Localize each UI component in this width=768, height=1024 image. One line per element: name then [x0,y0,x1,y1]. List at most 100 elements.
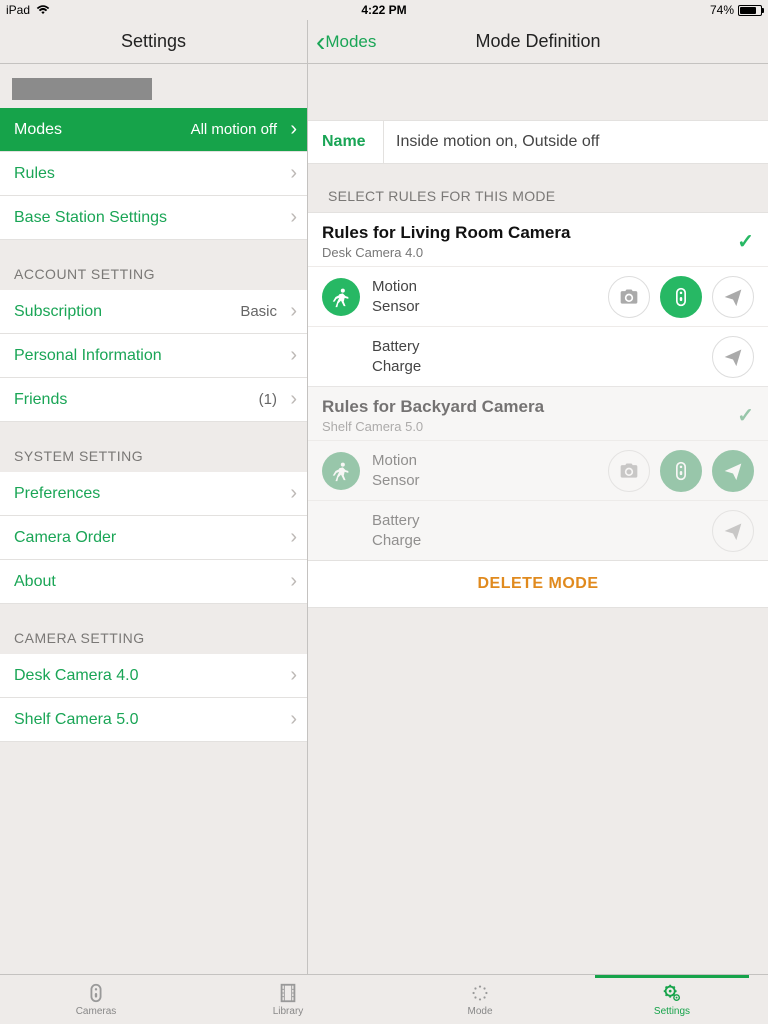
section-header: ACCOUNT SETTING [0,240,307,290]
check-icon: ✓ [737,229,754,254]
tab-library[interactable]: Library [192,975,384,1024]
sidebar-item-label: Shelf Camera 5.0 [14,711,139,729]
chevron-right-icon: › [290,162,297,185]
rule-line-label: BatteryCharge [372,511,421,550]
chevron-right-icon: › [290,206,297,229]
tab-label: Cameras [76,1006,117,1017]
sidebar-item-label: Modes [14,121,62,139]
name-label: Name [308,121,384,163]
sidebar-item-base-station-settings[interactable]: Base Station Settings › [0,196,307,240]
rule-line: MotionSensor [308,440,768,500]
page-title: Mode Definition [308,31,768,52]
section-header: CAMERA SETTING [0,604,307,654]
camera-action-icon[interactable] [608,450,650,492]
sidebar: ModesAll motion off›Rules›Base Station S… [0,64,308,974]
camera-action-icon[interactable] [608,276,650,318]
back-button[interactable]: ‹ Modes [316,28,376,56]
rule-title: Rules for Living Room Camera [322,223,570,243]
chevron-right-icon: › [290,708,297,731]
chevron-right-icon: › [290,482,297,505]
device-name: iPad [6,3,30,17]
rule-line: BatteryCharge [308,500,768,560]
sidebar-item-rules[interactable]: Rules › [0,152,307,196]
spinner-icon [469,982,491,1004]
sidebar-item-label: About [14,573,56,591]
rule-header: Rules for Backyard Camera Shelf Camera 5.… [308,387,768,440]
sidebar-item-personal-information[interactable]: Personal Information › [0,334,307,378]
rule-line-label: BatteryCharge [372,337,421,376]
section-header: SYSTEM SETTING [0,422,307,472]
rule-line-label: MotionSensor [372,277,420,316]
redacted-block [12,78,152,100]
status-bar: iPad 4:22 PM 74% [0,0,768,20]
sidebar-item-label: Desk Camera 4.0 [14,667,139,685]
tab-cameras[interactable]: Cameras [0,975,192,1024]
rule-block[interactable]: Rules for Backyard Camera Shelf Camera 5.… [308,386,768,560]
send-action-icon[interactable] [712,276,754,318]
rule-subtitle: Desk Camera 4.0 [322,245,570,260]
send-action-icon[interactable] [712,450,754,492]
chevron-right-icon: › [290,664,297,687]
sidebar-item-label: Preferences [14,485,100,503]
chevron-right-icon: › [290,570,297,593]
rule-subtitle: Shelf Camera 5.0 [322,419,544,434]
sidebar-item-camera-order[interactable]: Camera Order › [0,516,307,560]
motion-icon [322,452,360,490]
sidebar-item-friends[interactable]: Friends (1)› [0,378,307,422]
main-panel: Name Inside motion on, Outside off SELEC… [308,64,768,974]
sidebar-item-preferences[interactable]: Preferences › [0,472,307,516]
tab-mode[interactable]: Mode [384,975,576,1024]
status-time: 4:22 PM [256,3,512,17]
record-action-icon[interactable] [660,276,702,318]
send-action-icon[interactable] [712,336,754,378]
chevron-right-icon: › [290,344,297,367]
chevron-right-icon: › [290,118,297,141]
sidebar-item-label: Camera Order [14,529,116,547]
sidebar-item-desk-camera-4.0[interactable]: Desk Camera 4.0 › [0,654,307,698]
chevron-right-icon: › [290,300,297,323]
rule-header: Rules for Living Room Camera Desk Camera … [308,213,768,266]
tab-label: Settings [654,1006,690,1017]
rule-line-label: MotionSensor [372,451,420,490]
sidebar-item-value: All motion off [191,121,293,138]
sidebar-item-value: (1) [259,391,293,408]
name-row[interactable]: Name Inside motion on, Outside off [308,120,768,164]
battery-pct: 74% [710,3,734,17]
check-icon: ✓ [737,403,754,428]
tab-settings[interactable]: Settings [576,975,768,1024]
headers: Settings ‹ Modes Mode Definition [0,20,768,64]
motion-icon [322,278,360,316]
sidebar-item-shelf-camera-5.0[interactable]: Shelf Camera 5.0 › [0,698,307,742]
name-value: Inside motion on, Outside off [384,133,599,151]
rule-title: Rules for Backyard Camera [322,397,544,417]
tab-bar: Cameras Library Mode Settings [0,974,768,1024]
rule-block[interactable]: Rules for Living Room Camera Desk Camera … [308,212,768,386]
sidebar-item-label: Rules [14,165,55,183]
sidebar-item-label: Subscription [14,303,102,321]
rule-line: MotionSensor [308,266,768,326]
chevron-right-icon: › [290,526,297,549]
camera-device-icon [85,982,107,1004]
sidebar-item-label: Friends [14,391,67,409]
record-action-icon[interactable] [660,450,702,492]
tab-label: Mode [467,1006,492,1017]
tab-label: Library [273,1006,304,1017]
gears-icon [661,982,683,1004]
sidebar-item-about[interactable]: About › [0,560,307,604]
delete-mode-button[interactable]: DELETE MODE [308,560,768,608]
sidebar-item-value: Basic [240,303,293,320]
sidebar-title: Settings [0,20,308,63]
back-label: Modes [325,32,376,52]
select-rules-header: SELECT RULES FOR THIS MODE [308,164,768,212]
chevron-left-icon: ‹ [316,28,325,56]
sidebar-item-label: Personal Information [14,347,162,365]
sidebar-item-label: Base Station Settings [14,209,167,227]
battery-icon [738,5,762,16]
sidebar-item-modes[interactable]: Modes All motion off› [0,108,307,152]
chevron-right-icon: › [290,388,297,411]
wifi-icon [36,5,50,15]
send-action-icon[interactable] [712,510,754,552]
rule-line: BatteryCharge [308,326,768,386]
sidebar-item-subscription[interactable]: Subscription Basic› [0,290,307,334]
film-icon [277,982,299,1004]
